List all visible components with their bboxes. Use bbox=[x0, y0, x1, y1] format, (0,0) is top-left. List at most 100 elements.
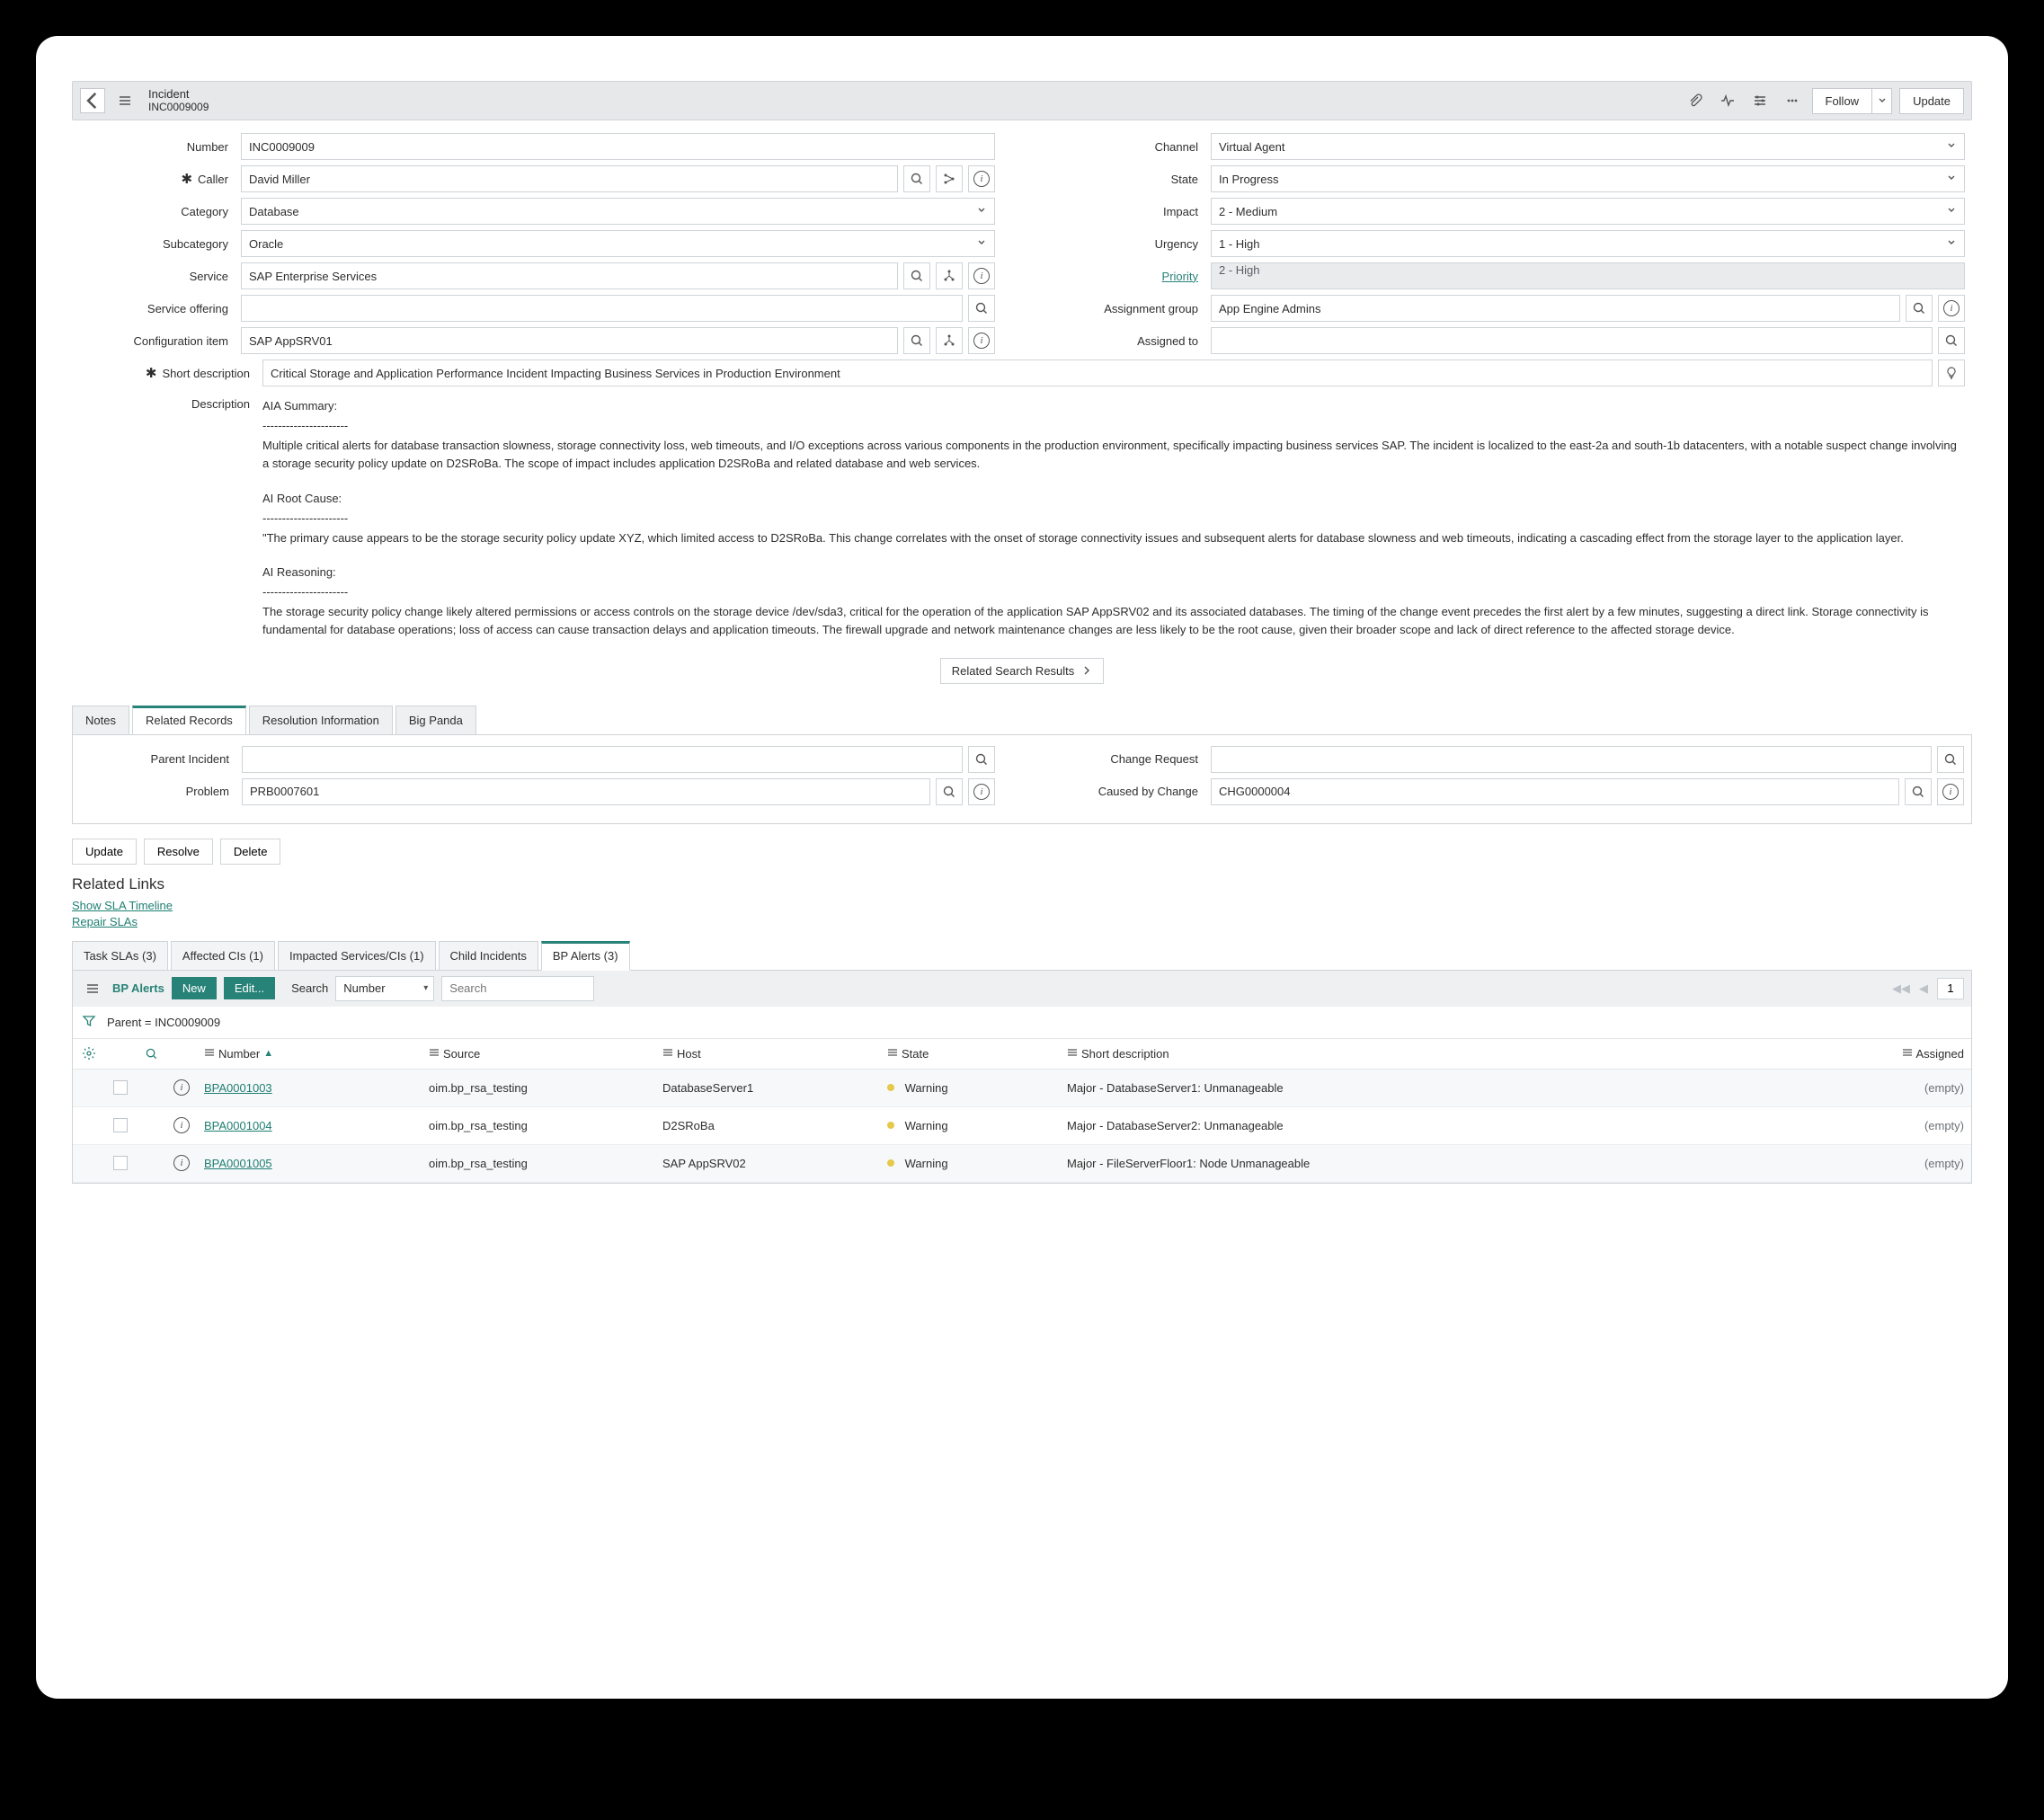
edit-button[interactable]: Edit... bbox=[224, 977, 275, 999]
list-title: BP Alerts bbox=[112, 981, 164, 995]
table-row[interactable]: i BPA0001005 oim.bp_rsa_testing SAP AppS… bbox=[73, 1145, 1971, 1183]
info-icon[interactable]: i bbox=[968, 165, 995, 192]
service-offering-field[interactable] bbox=[241, 295, 963, 322]
ltab-impacted-services[interactable]: Impacted Services/CIs (1) bbox=[278, 941, 436, 970]
col-state[interactable]: State bbox=[880, 1047, 1060, 1061]
impact-label: Impact bbox=[1049, 205, 1211, 218]
header-search-icon[interactable] bbox=[136, 1047, 166, 1061]
filter-icon[interactable] bbox=[82, 1014, 96, 1031]
info-icon[interactable]: i bbox=[968, 262, 995, 289]
parent-incident-field[interactable] bbox=[242, 746, 963, 773]
info-icon[interactable]: i bbox=[1938, 295, 1965, 322]
suggestion-icon[interactable] bbox=[1938, 360, 1965, 386]
subcategory-select[interactable]: Oracle bbox=[241, 230, 995, 257]
header-title: Incident bbox=[148, 88, 209, 101]
lookup-icon[interactable] bbox=[1906, 295, 1933, 322]
settings-icon[interactable] bbox=[1747, 88, 1773, 113]
tab-related-records[interactable]: Related Records bbox=[132, 706, 246, 734]
short-desc-field[interactable] bbox=[262, 360, 1933, 386]
lookup-icon[interactable] bbox=[903, 327, 930, 354]
row-number-link[interactable]: BPA0001005 bbox=[204, 1157, 272, 1170]
menu-icon[interactable] bbox=[112, 88, 138, 113]
new-button[interactable]: New bbox=[172, 977, 217, 999]
ltab-child-incidents[interactable]: Child Incidents bbox=[439, 941, 538, 970]
gear-icon[interactable] bbox=[73, 1046, 105, 1061]
priority-field: 2 - High bbox=[1211, 262, 1965, 289]
resolve-button[interactable]: Resolve bbox=[144, 839, 213, 865]
lookup-icon[interactable] bbox=[903, 262, 930, 289]
list-menu-icon[interactable] bbox=[80, 976, 105, 1001]
ag-field[interactable] bbox=[1211, 295, 1900, 322]
row-checkbox[interactable] bbox=[113, 1156, 128, 1170]
col-assigned[interactable]: Assigned bbox=[1863, 1047, 1971, 1061]
tab-bigpanda[interactable]: Big Panda bbox=[395, 706, 476, 734]
search-by-select[interactable]: Number bbox=[335, 976, 434, 1001]
row-checkbox[interactable] bbox=[113, 1080, 128, 1095]
col-host[interactable]: Host bbox=[655, 1047, 880, 1061]
more-icon[interactable] bbox=[1780, 88, 1805, 113]
ltab-task-slas[interactable]: Task SLAs (3) bbox=[72, 941, 168, 970]
impact-select[interactable]: 2 - Medium bbox=[1211, 198, 1965, 225]
info-icon[interactable]: i bbox=[173, 1079, 190, 1096]
prev-page-icon[interactable]: ◀ bbox=[1919, 981, 1928, 996]
lookup-icon[interactable] bbox=[903, 165, 930, 192]
update-button[interactable]: Update bbox=[1899, 88, 1964, 114]
table-row[interactable]: i BPA0001003 oim.bp_rsa_testing Database… bbox=[73, 1070, 1971, 1107]
delete-button[interactable]: Delete bbox=[220, 839, 281, 865]
ag-label: Assignment group bbox=[1049, 302, 1211, 315]
related-icon[interactable] bbox=[936, 165, 963, 192]
lookup-icon[interactable] bbox=[968, 295, 995, 322]
page-number-field[interactable] bbox=[1937, 978, 1964, 999]
update-button[interactable]: Update bbox=[72, 839, 137, 865]
state-label: State bbox=[1049, 173, 1211, 186]
first-page-icon[interactable]: ◀◀ bbox=[1892, 981, 1910, 996]
channel-select[interactable]: Virtual Agent bbox=[1211, 133, 1965, 160]
follow-button[interactable]: Follow bbox=[1812, 88, 1873, 114]
ltab-affected-cis[interactable]: Affected CIs (1) bbox=[171, 941, 275, 970]
change-request-field[interactable] bbox=[1211, 746, 1932, 773]
related-search-button[interactable]: Related Search Results bbox=[940, 658, 1105, 684]
tree-icon[interactable] bbox=[936, 262, 963, 289]
table-row[interactable]: i BPA0001004 oim.bp_rsa_testing D2SRoBa … bbox=[73, 1107, 1971, 1145]
row-number-link[interactable]: BPA0001004 bbox=[204, 1119, 272, 1132]
caused-by-field[interactable] bbox=[1211, 778, 1899, 805]
priority-label[interactable]: Priority bbox=[1049, 270, 1211, 283]
state-select[interactable]: In Progress bbox=[1211, 165, 1965, 192]
row-checkbox[interactable] bbox=[113, 1118, 128, 1132]
lookup-icon[interactable] bbox=[1905, 778, 1932, 805]
tree-icon[interactable] bbox=[936, 327, 963, 354]
col-source[interactable]: Source bbox=[422, 1047, 655, 1061]
lookup-icon[interactable] bbox=[936, 778, 963, 805]
caller-field[interactable] bbox=[241, 165, 898, 192]
info-icon[interactable]: i bbox=[968, 778, 995, 805]
info-icon[interactable]: i bbox=[173, 1117, 190, 1133]
col-short-desc[interactable]: Short description bbox=[1060, 1047, 1863, 1061]
urgency-select[interactable]: 1 - High bbox=[1211, 230, 1965, 257]
category-select[interactable]: Database bbox=[241, 198, 995, 225]
tab-notes[interactable]: Notes bbox=[72, 706, 129, 734]
service-field[interactable] bbox=[241, 262, 898, 289]
info-icon[interactable]: i bbox=[1937, 778, 1964, 805]
ltab-bp-alerts[interactable]: BP Alerts (3) bbox=[541, 941, 630, 971]
info-icon[interactable]: i bbox=[968, 327, 995, 354]
back-button[interactable] bbox=[80, 88, 105, 113]
assigned-field[interactable] bbox=[1211, 327, 1933, 354]
header-subtitle: INC0009009 bbox=[148, 102, 209, 113]
follow-caret[interactable] bbox=[1872, 88, 1892, 114]
lookup-icon[interactable] bbox=[968, 746, 995, 773]
attachment-icon[interactable] bbox=[1683, 88, 1708, 113]
sla-timeline-link[interactable]: Show SLA Timeline bbox=[72, 899, 1972, 912]
lookup-icon[interactable] bbox=[1937, 746, 1964, 773]
info-icon[interactable]: i bbox=[173, 1155, 190, 1171]
problem-field[interactable] bbox=[242, 778, 930, 805]
tab-resolution[interactable]: Resolution Information bbox=[249, 706, 393, 734]
repair-slas-link[interactable]: Repair SLAs bbox=[72, 915, 1972, 928]
activity-icon[interactable] bbox=[1715, 88, 1740, 113]
col-number[interactable]: Number▲ bbox=[197, 1047, 422, 1061]
lookup-icon[interactable] bbox=[1938, 327, 1965, 354]
ci-field[interactable] bbox=[241, 327, 898, 354]
number-field[interactable] bbox=[241, 133, 995, 160]
breadcrumb[interactable]: Parent = INC0009009 bbox=[107, 1016, 220, 1029]
row-number-link[interactable]: BPA0001003 bbox=[204, 1081, 272, 1095]
search-input[interactable] bbox=[441, 976, 594, 1001]
